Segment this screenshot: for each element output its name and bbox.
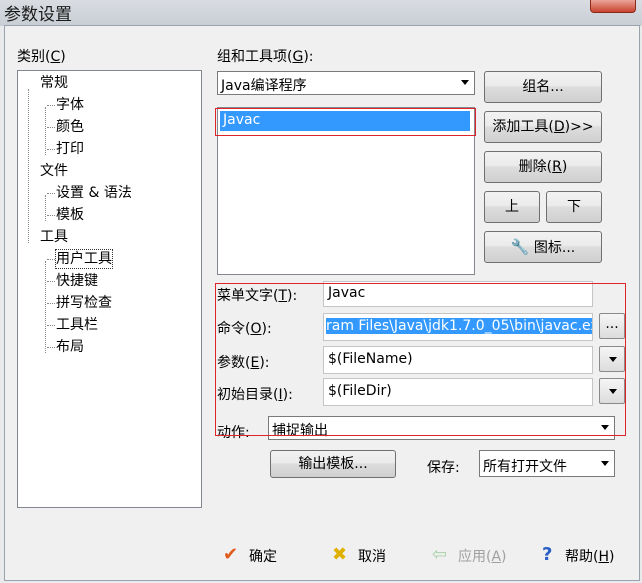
tree-item-layout[interactable]: 布局 bbox=[56, 338, 84, 356]
tree-item-toolbar[interactable]: 工具栏 bbox=[56, 316, 98, 334]
checkmark-icon: ✔ bbox=[223, 544, 239, 565]
save-label: 保存: bbox=[427, 460, 460, 476]
tree-item-general[interactable]: 常规 bbox=[40, 74, 68, 92]
move-up-button[interactable]: 上 bbox=[484, 191, 540, 223]
help-icon: ? bbox=[542, 544, 553, 565]
tree-item-color[interactable]: 颜色 bbox=[56, 118, 84, 136]
title-bar: 参数设置 bbox=[0, 0, 642, 26]
tree-item-print[interactable]: 打印 bbox=[56, 140, 84, 158]
tree-item-font[interactable]: 字体 bbox=[56, 96, 84, 114]
arrow-left-icon: ⇦ bbox=[432, 544, 448, 565]
tree-item-syntax[interactable]: 设置 & 语法 bbox=[56, 184, 132, 202]
add-tool-button[interactable]: 添加工具(D)>> bbox=[484, 111, 602, 143]
ok-button[interactable]: ✔ 确定 bbox=[223, 544, 293, 566]
save-select[interactable]: 所有打开文件 bbox=[479, 450, 615, 477]
close-button[interactable] bbox=[590, 0, 636, 13]
tree-item-tools[interactable]: 工具 bbox=[40, 228, 68, 246]
tree-item-shortcuts[interactable]: 快捷键 bbox=[56, 272, 98, 290]
group-select-value: Java编译程序 bbox=[221, 78, 307, 94]
annotation-box-list bbox=[215, 108, 476, 136]
window-title: 参数设置 bbox=[4, 5, 72, 25]
icon-button[interactable]: 🔧 图标... bbox=[484, 231, 602, 263]
chevron-down-icon bbox=[461, 80, 469, 85]
output-template-button[interactable]: 输出模板... bbox=[270, 450, 396, 478]
cancel-button[interactable]: ✖ 取消 bbox=[332, 544, 402, 566]
delete-button[interactable]: 删除(R) bbox=[484, 151, 602, 183]
category-tree[interactable]: 常规 字体 颜色 打印 文件 设置 & 语法 模板 工具 用户工具 快捷键 拼写… bbox=[17, 70, 202, 508]
preferences-dialog: 类别(C) 常规 字体 颜色 打印 文件 设置 & 语法 模板 工具 用户工具 … bbox=[4, 25, 640, 581]
group-select[interactable]: Java编译程序 bbox=[217, 71, 475, 95]
group-label: 组和工具项(G): bbox=[217, 49, 314, 65]
move-down-button[interactable]: 下 bbox=[546, 191, 602, 223]
help-button[interactable]: ? 帮助(H) bbox=[539, 544, 619, 566]
tree-item-user-tools[interactable]: 用户工具 bbox=[55, 249, 113, 269]
chevron-down-icon bbox=[601, 460, 609, 466]
x-icon: ✖ bbox=[332, 544, 348, 565]
tree-item-spellcheck[interactable]: 拼写检查 bbox=[56, 294, 112, 312]
category-label: 类别(C) bbox=[17, 49, 66, 65]
tree-item-template[interactable]: 模板 bbox=[56, 206, 84, 224]
apply-button[interactable]: ⇦ 应用(A) bbox=[432, 544, 512, 566]
tree-item-file[interactable]: 文件 bbox=[40, 162, 68, 180]
wrench-icon: 🔧 bbox=[510, 238, 530, 256]
annotation-box-fields bbox=[215, 283, 626, 436]
group-name-button[interactable]: 组名... bbox=[484, 71, 602, 103]
